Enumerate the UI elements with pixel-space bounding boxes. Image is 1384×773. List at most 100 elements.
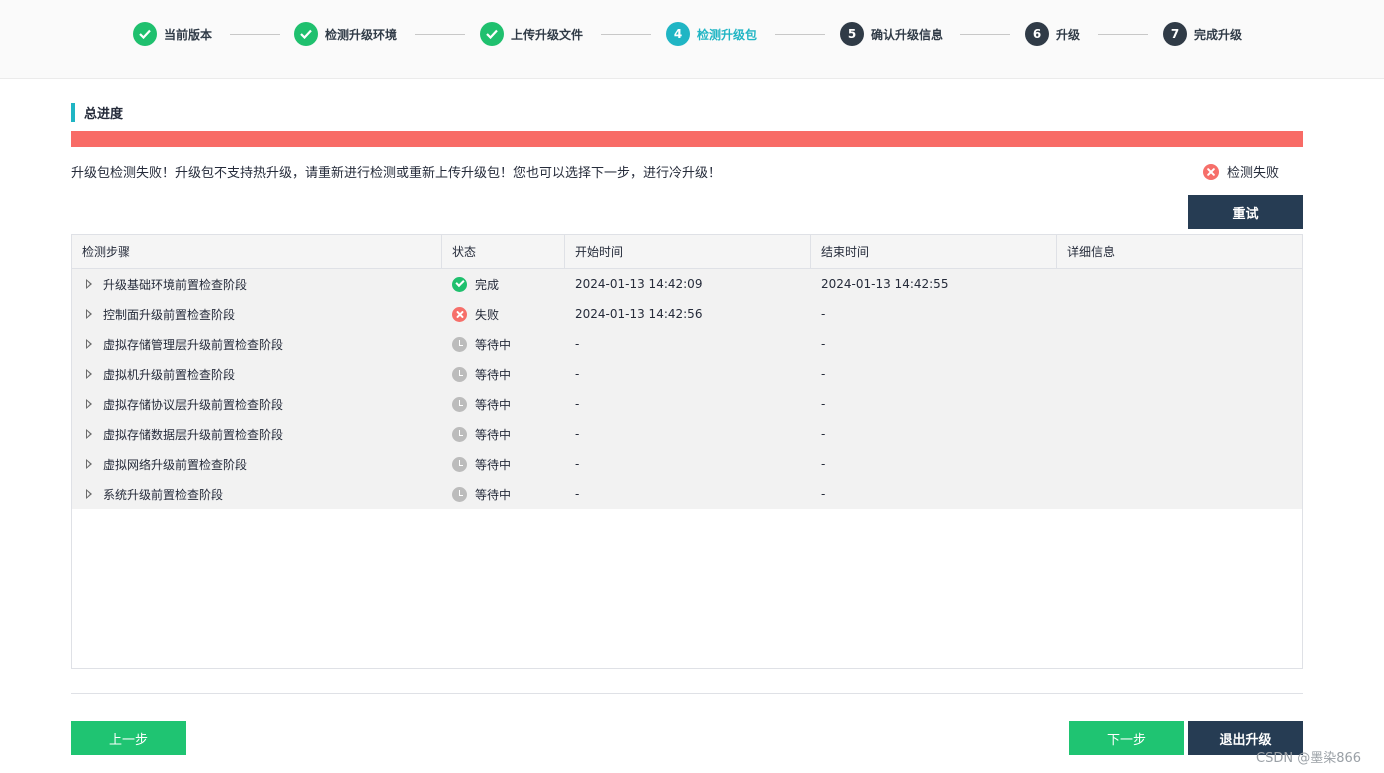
- clock-icon: [452, 366, 467, 382]
- end-time-cell: -: [821, 307, 826, 321]
- status-cell: 等待中: [442, 336, 565, 353]
- step-name: 虚拟机升级前置检查阶段: [103, 367, 236, 382]
- prev-step-button[interactable]: 上一步: [71, 721, 186, 755]
- start-time-cell: -: [575, 427, 580, 441]
- status-cell: 等待中: [442, 366, 565, 383]
- watermark-text: CSDN @墨染866: [1256, 751, 1362, 766]
- expand-caret-icon[interactable]: [86, 309, 92, 319]
- check-circle-icon: [452, 276, 467, 292]
- table-row[interactable]: 升级基础环境前置检查阶段 完成 2024-01-13 14:42:09 2024-01…: [72, 269, 1302, 299]
- table-row[interactable]: 虚拟存储协议层升级前置检查阶段 等待中 - -: [72, 389, 1302, 419]
- expand-caret-icon[interactable]: [86, 489, 92, 499]
- end-time-cell: -: [821, 457, 826, 471]
- end-time-cell: -: [821, 337, 826, 351]
- step-cell: 虚拟机升级前置检查阶段: [72, 366, 442, 383]
- clock-icon: [452, 426, 467, 442]
- status-indicator: 检测失败: [1203, 162, 1279, 181]
- table-row[interactable]: 虚拟网络升级前置检查阶段 等待中 - -: [72, 449, 1302, 479]
- retry-button[interactable]: 重试: [1188, 195, 1303, 229]
- footer-divider: [71, 693, 1303, 694]
- clock-icon: [452, 486, 467, 502]
- status-cell: 失败: [442, 306, 565, 323]
- step-label: 上传升级文件: [511, 27, 584, 42]
- status-cell: 等待中: [442, 456, 565, 473]
- table-row[interactable]: 虚拟机升级前置检查阶段 等待中 - -: [72, 359, 1302, 389]
- end-time-cell: -: [821, 427, 826, 441]
- step-cell: 虚拟存储数据层升级前置检查阶段: [72, 426, 442, 443]
- clock-icon: [452, 396, 467, 412]
- step-upload-file: 上传升级文件: [480, 21, 583, 47]
- upgrade-stepper: 当前版本 检测升级环境 上传升级文件 4 检测升级包 5 确认升级信息 6 升级…: [0, 0, 1384, 79]
- step-connector: [230, 34, 280, 35]
- start-time-cell: 2024-01-13 14:42:09: [575, 277, 703, 291]
- status-text: 等待中: [475, 427, 512, 442]
- step-cell: 升级基础环境前置检查阶段: [72, 276, 442, 293]
- step-cell: 虚拟网络升级前置检查阶段: [72, 456, 442, 473]
- header-start-time: 开始时间: [565, 235, 811, 269]
- step-label: 检测升级包: [697, 27, 758, 42]
- step-label: 当前版本: [164, 27, 213, 42]
- check-circle-icon: [480, 22, 504, 46]
- expand-caret-icon[interactable]: [86, 369, 92, 379]
- table-row[interactable]: 控制面升级前置检查阶段 失败 2024-01-13 14:42:56 -: [72, 299, 1302, 329]
- end-time-cell: -: [821, 487, 826, 501]
- step-connector: [775, 34, 825, 35]
- table-row[interactable]: 系统升级前置检查阶段 等待中 - -: [72, 479, 1302, 509]
- expand-caret-icon[interactable]: [86, 459, 92, 469]
- expand-caret-icon[interactable]: [86, 429, 92, 439]
- step-name: 虚拟网络升级前置检查阶段: [103, 457, 248, 472]
- end-time-cell: 2024-01-13 14:42:55: [821, 277, 949, 291]
- step-label: 升级: [1056, 27, 1081, 42]
- step-number: 4: [666, 22, 690, 46]
- expand-caret-icon[interactable]: [86, 279, 92, 289]
- step-number: 7: [1163, 22, 1187, 46]
- step-name: 虚拟存储协议层升级前置检查阶段: [103, 397, 284, 412]
- end-time-cell: -: [821, 367, 826, 381]
- table-header: 检测步骤 状态 开始时间 结束时间 详细信息: [72, 235, 1302, 269]
- step-connector: [415, 34, 465, 35]
- step-upgrade: 6 升级: [1025, 21, 1080, 47]
- status-cell: 等待中: [442, 486, 565, 503]
- start-time-cell: -: [575, 367, 580, 381]
- check-circle-icon: [133, 22, 157, 46]
- status-text: 等待中: [475, 457, 512, 472]
- status-text: 失败: [475, 307, 500, 322]
- header-details: 详细信息: [1067, 245, 1116, 259]
- step-check-environment: 检测升级环境: [294, 21, 397, 47]
- step-name: 控制面升级前置检查阶段: [103, 307, 236, 322]
- step-name: 系统升级前置检查阶段: [103, 487, 224, 502]
- section-title-text: 总进度: [84, 107, 124, 122]
- status-text: 等待中: [475, 397, 512, 412]
- failure-message: 升级包检测失败！升级包不支持热升级，请重新进行检测或重新上传升级包！您也可以选择…: [71, 166, 722, 181]
- expand-caret-icon[interactable]: [86, 399, 92, 409]
- check-circle-icon: [294, 22, 318, 46]
- error-circle-icon: [452, 306, 467, 322]
- status-cell: 等待中: [442, 396, 565, 413]
- section-title: 总进度: [71, 103, 123, 122]
- overall-progress-bar: [71, 131, 1303, 147]
- step-number: 5: [840, 22, 864, 46]
- expand-caret-icon[interactable]: [86, 339, 92, 349]
- next-step-button[interactable]: 下一步: [1069, 721, 1184, 755]
- start-time-cell: -: [575, 457, 580, 471]
- step-cell: 虚拟存储协议层升级前置检查阶段: [72, 396, 442, 413]
- step-label: 完成升级: [1194, 27, 1243, 42]
- progress-fill: [71, 131, 1303, 147]
- header-check-step: 检测步骤: [72, 235, 442, 269]
- step-connector: [1098, 34, 1148, 35]
- step-current-version: 当前版本: [133, 21, 212, 47]
- start-time-cell: 2024-01-13 14:42:56: [575, 307, 703, 321]
- step-name: 虚拟存储管理层升级前置检查阶段: [103, 337, 284, 352]
- step-connector: [601, 34, 651, 35]
- step-complete: 7 完成升级: [1163, 21, 1242, 47]
- step-cell: 控制面升级前置检查阶段: [72, 306, 442, 323]
- table-body: 升级基础环境前置检查阶段 完成 2024-01-13 14:42:09 2024-01…: [72, 269, 1302, 509]
- start-time-cell: -: [575, 397, 580, 411]
- end-time-cell: -: [821, 397, 826, 411]
- table-row[interactable]: 虚拟存储管理层升级前置检查阶段 等待中 - -: [72, 329, 1302, 359]
- step-confirm-info: 5 确认升级信息: [840, 21, 943, 47]
- table-row[interactable]: 虚拟存储数据层升级前置检查阶段 等待中 - -: [72, 419, 1302, 449]
- step-name: 虚拟存储数据层升级前置检查阶段: [103, 427, 284, 442]
- step-name: 升级基础环境前置检查阶段: [103, 277, 248, 292]
- status-cell: 等待中: [442, 426, 565, 443]
